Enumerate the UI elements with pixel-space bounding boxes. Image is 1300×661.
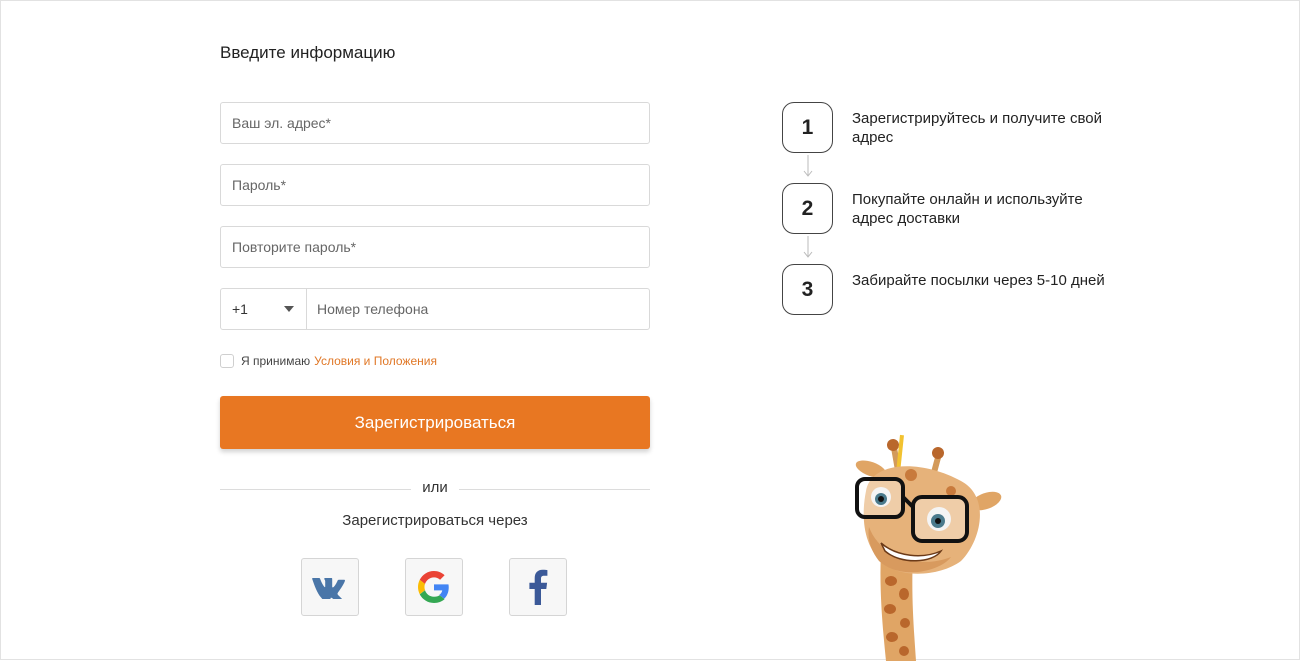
vk-icon xyxy=(312,578,345,599)
terms-row: Я принимаю Условия и Положения xyxy=(220,354,437,368)
register-via-label: Зарегистрироваться через xyxy=(342,512,528,529)
step-1-badge: 1 xyxy=(782,102,833,153)
facebook-button[interactable] xyxy=(509,558,567,616)
step-2-text: Покупайте онлайн и используйте адрес дос… xyxy=(852,191,1083,227)
phone-row: +1 xyxy=(220,288,650,330)
phone-field[interactable] xyxy=(307,289,649,329)
arrow-down-icon xyxy=(803,155,813,177)
register-button[interactable]: Зарегистрироваться xyxy=(220,396,650,449)
page-frame: Введите информацию +1 Я принимаю Условия… xyxy=(0,0,1300,661)
email-field[interactable] xyxy=(220,102,650,144)
repeat-password-field[interactable] xyxy=(220,226,650,268)
giraffe-illustration xyxy=(855,434,1002,661)
chevron-down-icon xyxy=(284,306,294,312)
country-code-select[interactable]: +1 xyxy=(221,289,307,329)
or-label: или xyxy=(411,479,459,496)
vk-button[interactable] xyxy=(301,558,359,616)
terms-prefix: Я принимаю xyxy=(241,354,311,368)
step-2-badge: 2 xyxy=(782,183,833,234)
arrow-down-icon xyxy=(803,236,813,258)
form-title: Введите информацию xyxy=(220,43,396,62)
google-button[interactable] xyxy=(405,558,463,616)
terms-link[interactable]: Условия и Положения xyxy=(314,354,437,368)
step-1-text: Зарегистрируйтесь и получите свой адрес xyxy=(852,110,1102,146)
step-3-text: Забирайте посылки через 5-10 дней xyxy=(852,272,1105,289)
terms-checkbox[interactable] xyxy=(220,354,234,368)
facebook-icon xyxy=(529,569,548,605)
google-icon xyxy=(418,571,449,603)
password-field[interactable] xyxy=(220,164,650,206)
country-code-value: +1 xyxy=(232,301,248,317)
step-3-badge: 3 xyxy=(782,264,833,315)
